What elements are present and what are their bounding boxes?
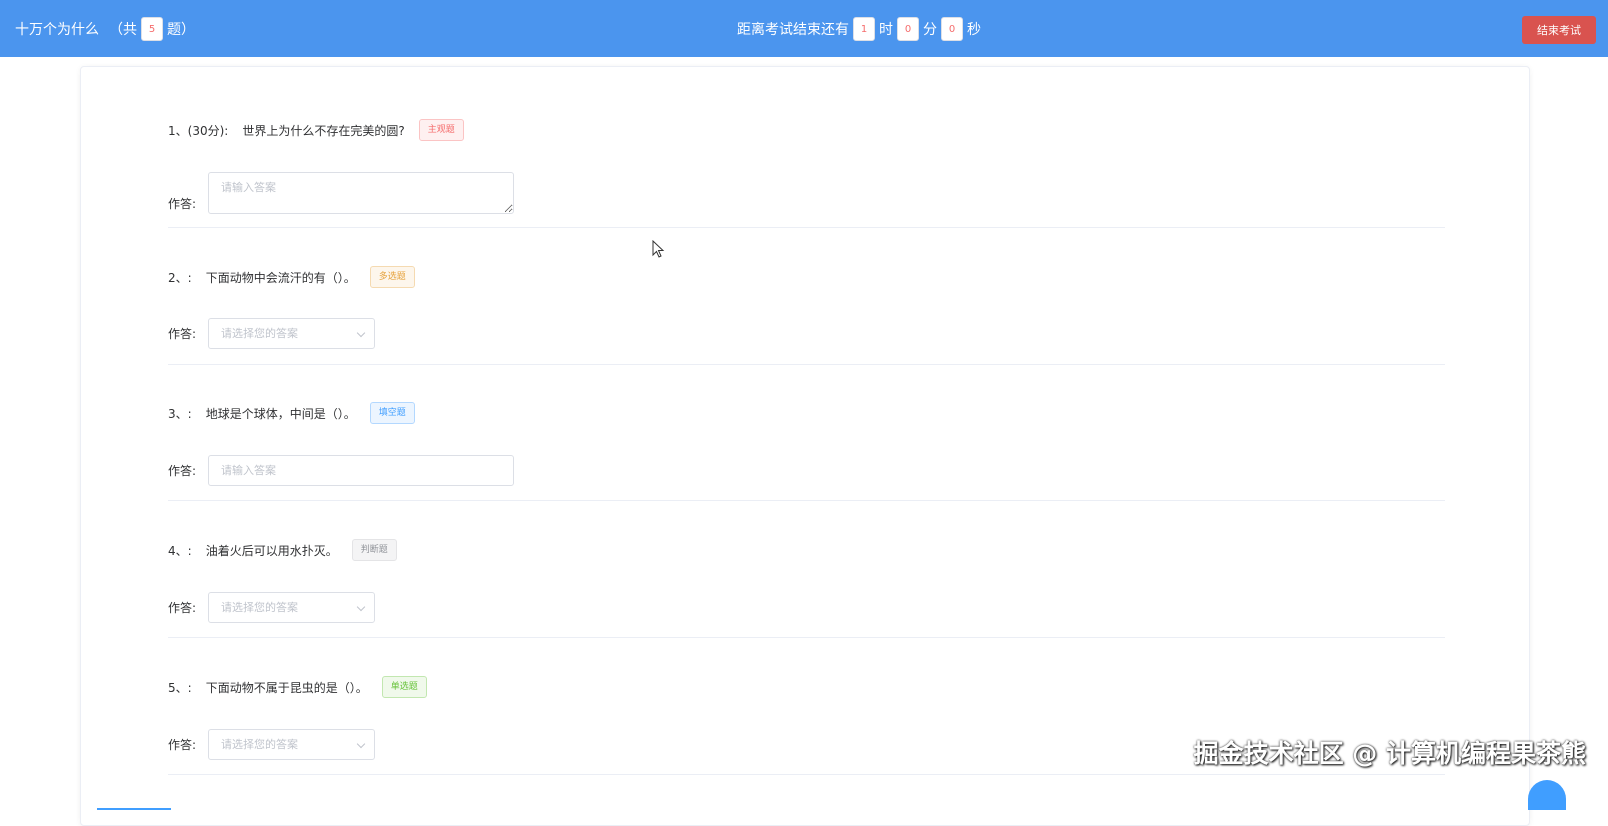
answer-row-2: 作答: 请选择您的答案 (168, 318, 375, 349)
question-3: 3、: 地球是个球体，中间是（）。 填空题 (168, 402, 415, 424)
divider (168, 500, 1445, 501)
divider (168, 774, 1445, 775)
chevron-down-icon (357, 603, 365, 611)
question-4: 4、: 油着火后可以用水扑灭。 判断题 (168, 539, 397, 561)
watermark-text: 掘金技术社区 @ 计算机编程果茶熊 (1194, 734, 1586, 770)
answer-row-1: 作答: (168, 172, 514, 214)
end-exam-button[interactable]: 结束考试 (1522, 16, 1596, 44)
floating-action-button[interactable] (1528, 780, 1566, 810)
question-number: 2、: (168, 269, 192, 286)
question-1: 1、(30分): 世界上为什么不存在完美的圆? 主观题 (168, 119, 464, 141)
chevron-down-icon (357, 740, 365, 748)
timer-label: 距离考试结束还有 (737, 19, 849, 39)
question-5: 5、: 下面动物不属于昆虫的是（）。 单选题 (168, 676, 427, 698)
answer-select[interactable]: 请选择您的答案 (208, 592, 375, 623)
hours-unit: 时 (879, 19, 893, 39)
divider (168, 364, 1445, 365)
question-type-tag: 单选题 (382, 676, 427, 698)
timer-seconds: 0 (941, 17, 963, 41)
question-number: 3、: (168, 405, 192, 422)
divider (168, 637, 1445, 638)
timer-hours: 1 (853, 17, 875, 41)
answer-select[interactable]: 请选择您的答案 (208, 318, 375, 349)
answer-label: 作答: (168, 599, 208, 616)
answer-textarea[interactable] (208, 172, 514, 214)
seconds-unit: 秒 (967, 19, 981, 39)
question-type-tag: 多选题 (370, 266, 415, 288)
header-bar: 十万个为什么 （共 5 题） 距离考试结束还有 1 时 0 分 0 秒 结束考试 (0, 0, 1608, 57)
chevron-down-icon (357, 329, 365, 337)
question-card: 1、(30分): 世界上为什么不存在完美的圆? 主观题 作答: 2、: 下面动物… (80, 66, 1530, 826)
question-number: 4、: (168, 542, 192, 559)
question-text: 地球是个球体，中间是（）。 (206, 405, 356, 422)
select-placeholder: 请选择您的答案 (221, 601, 298, 614)
answer-row-3: 作答: (168, 455, 514, 486)
minutes-unit: 分 (923, 19, 937, 39)
question-text: 下面动物不属于昆虫的是（）。 (206, 679, 368, 696)
question-type-tag: 填空题 (370, 402, 415, 424)
answer-label: 作答: (168, 736, 208, 753)
answer-row-5: 作答: 请选择您的答案 (168, 729, 375, 760)
question-text: 油着火后可以用水扑灭。 (206, 542, 338, 559)
timer-minutes: 0 (897, 17, 919, 41)
answer-input[interactable] (208, 455, 514, 486)
question-count-badge: 5 (141, 17, 163, 41)
answer-label: 作答: (168, 462, 208, 479)
divider (168, 227, 1445, 228)
countdown-timer: 距离考试结束还有 1 时 0 分 0 秒 (737, 0, 981, 57)
answer-label: 作答: (168, 325, 208, 342)
question-type-tag: 主观题 (419, 119, 464, 141)
question-number: 5、: (168, 679, 192, 696)
question-text: 下面动物中会流汗的有（）。 (206, 269, 356, 286)
exam-title: 十万个为什么 (15, 19, 99, 39)
select-placeholder: 请选择您的答案 (221, 738, 298, 751)
answer-select[interactable]: 请选择您的答案 (208, 729, 375, 760)
answer-row-4: 作答: 请选择您的答案 (168, 592, 375, 623)
question-number: 1、(30分): (168, 122, 228, 139)
answer-label: 作答: (168, 195, 208, 214)
question-type-tag: 判断题 (352, 539, 397, 561)
select-placeholder: 请选择您的答案 (221, 327, 298, 340)
exam-title-group: 十万个为什么 （共 5 题） (15, 0, 195, 57)
question-text: 世界上为什么不存在完美的圆? (242, 122, 404, 139)
count-prefix: （共 (109, 19, 137, 39)
question-2: 2、: 下面动物中会流汗的有（）。 多选题 (168, 266, 415, 288)
count-suffix: 题） (167, 19, 195, 39)
mouse-cursor-icon (652, 240, 666, 260)
